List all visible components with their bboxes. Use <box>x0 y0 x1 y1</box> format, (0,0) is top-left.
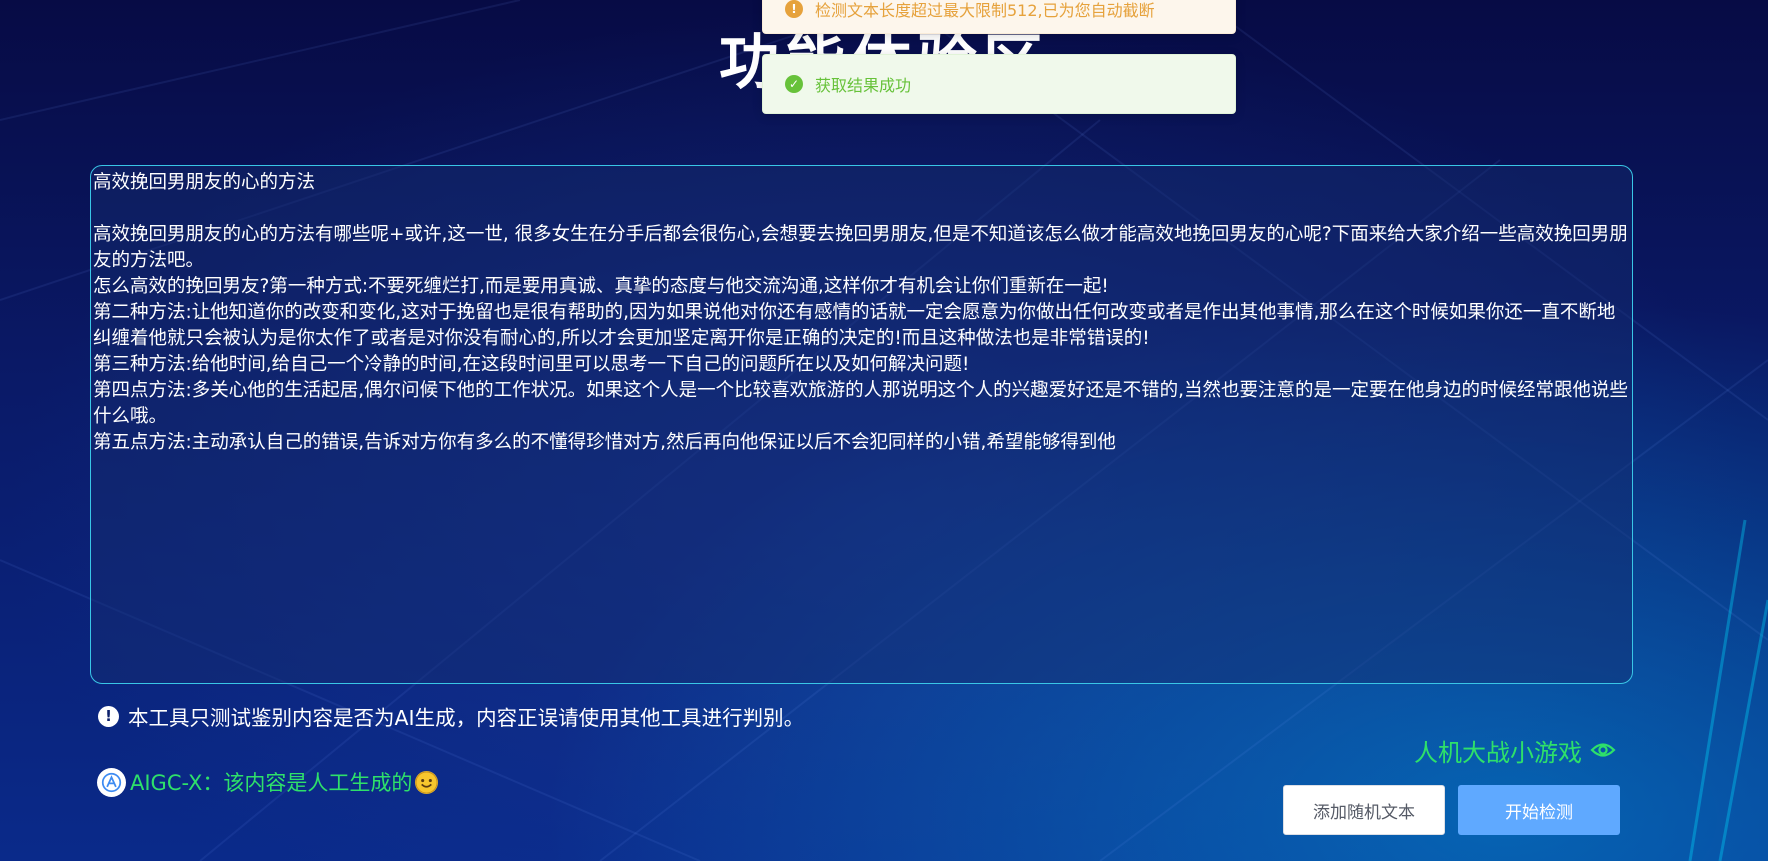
result-prefix: AIGC-X： <box>130 771 224 795</box>
success-toast: ✓ 获取结果成功 <box>762 54 1236 114</box>
content-paragraph: 高效挽回男朋友的心的方法有哪些呢+或许,这一世, 很多女生在分手后都会很伤心,会… <box>93 224 1628 271</box>
content-paragraph: 第四点方法:多关心他的生活起居,偶尔问候下他的工作状况。如果这个人是一个比较喜欢… <box>93 380 1629 427</box>
exclamation-circle-icon: ! <box>98 705 119 727</box>
warning-toast: ! 检测文本长度超过最大限制512,已为您自动截断 <box>762 0 1236 34</box>
detection-result: AIGC-X： 该内容是人工生成的 <box>97 767 439 797</box>
content-heading: 高效挽回男朋友的心的方法 <box>93 172 316 193</box>
warning-toast-text: 检测文本长度超过最大限制512,已为您自动截断 <box>815 1 1155 20</box>
disclaimer-text: 本工具只测试鉴别内容是否为AI生成，内容正误请使用其他工具进行判别。 <box>128 706 805 730</box>
aigc-logo-icon <box>97 767 126 797</box>
add-random-text-button[interactable]: 添加随机文本 <box>1283 785 1445 835</box>
check-circle-icon: ✓ <box>785 75 803 93</box>
game-link-text[interactable]: 人机大战小游戏 <box>1414 733 1582 768</box>
content-paragraph: 第三种方法:给他时间,给自己一个冷静的时间,在这段时间里可以思考一下自己的问题所… <box>93 354 970 375</box>
result-text: 该内容是人工生成的 <box>223 771 413 795</box>
disclaimer: ! 本工具只测试鉴别内容是否为AI生成，内容正误请使用其他工具进行判别。 <box>98 702 804 730</box>
content-paragraph: 第五点方法:主动承认自己的错误,告诉对方你有多么的不懂得珍惜对方,然后再向他保证… <box>93 432 1116 453</box>
start-detection-button[interactable]: 开始检测 <box>1458 785 1620 835</box>
success-toast-text: 获取结果成功 <box>815 76 912 95</box>
content-paragraph: 怎么高效的挽回男友?第一种方式:不要死缠烂打,而是要用真诚、真挚的态度与他交流沟… <box>93 276 1109 297</box>
content-paragraph: 第二种方法:让他知道你的改变和变化,这对于挽留也是很有帮助的,因为如果说他对你还… <box>93 302 1616 349</box>
warning-icon: ! <box>785 0 803 18</box>
eye-icon[interactable] <box>1590 740 1616 760</box>
smile-icon <box>415 770 439 794</box>
game-link[interactable]: 人机大战小游戏 <box>1414 733 1616 768</box>
text-input-area[interactable]: 高效挽回男朋友的心的方法 高效挽回男朋友的心的方法有哪些呢+或许,这一世, 很多… <box>90 165 1633 684</box>
